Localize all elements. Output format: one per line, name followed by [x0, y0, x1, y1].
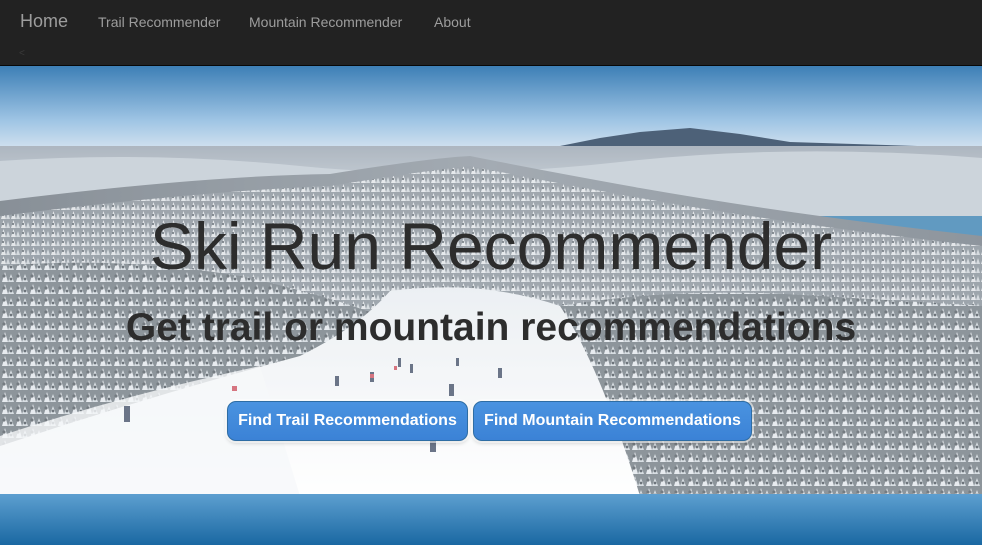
- find-trail-recommendations-button[interactable]: Find Trail Recommendations: [227, 401, 468, 441]
- nav-mountain-recommender[interactable]: Mountain Recommender: [249, 13, 402, 31]
- page-title: Ski Run Recommender: [149, 209, 833, 283]
- find-mountain-recommendations-button[interactable]: Find Mountain Recommendations: [473, 401, 752, 441]
- top-navbar: Home Trail Recommender Mountain Recommen…: [0, 0, 982, 66]
- stray-chevron-mark: <: [19, 48, 25, 59]
- home-link[interactable]: Home: [20, 10, 68, 32]
- nav-trail-recommender[interactable]: Trail Recommender: [98, 13, 220, 31]
- nav-about[interactable]: About: [434, 13, 471, 31]
- hero-section: Ski Run Recommender Get trail or mountai…: [0, 66, 982, 545]
- page-subtitle: Get trail or mountain recommendations: [125, 306, 857, 349]
